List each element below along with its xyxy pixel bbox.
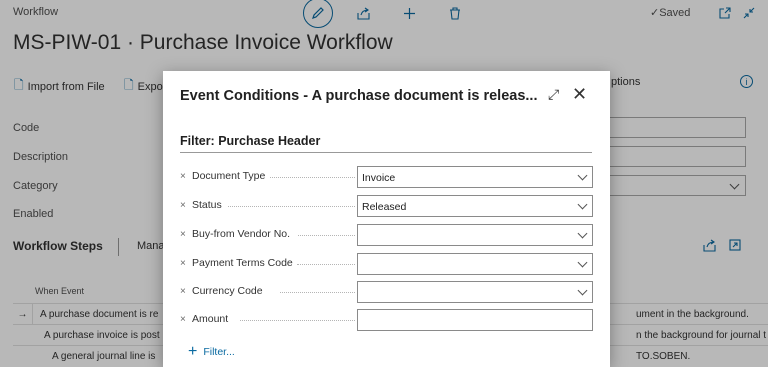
filter-row-currency-code: × Currency Code [180, 281, 593, 303]
filter-label: Currency Code [192, 285, 263, 297]
dialog-title: Event Conditions - A purchase document i… [180, 88, 538, 104]
event-conditions-dialog: Event Conditions - A purchase document i… [163, 71, 610, 367]
leader-dots [280, 292, 355, 293]
leader-dots [297, 264, 355, 265]
leader-dots [240, 320, 355, 321]
close-icon[interactable]: ✕ [572, 84, 587, 105]
leader-dots [228, 206, 355, 207]
filter-row-payment-terms: × Payment Terms Code [180, 253, 593, 275]
filter-row-buy-from-vendor: × Buy-from Vendor No. [180, 224, 593, 246]
filter-label: Amount [192, 313, 229, 325]
leader-dots [298, 235, 355, 236]
filter-row-amount: × Amount [180, 309, 593, 331]
filter-row-status: × Status Released [180, 195, 593, 217]
filter-label: Payment Terms Code [192, 257, 293, 269]
filter-label: Status [192, 199, 222, 211]
chevron-down-icon [577, 199, 588, 210]
filter-row-document-type: × Document Type Invoice [180, 166, 593, 188]
payment-terms-select[interactable] [357, 253, 593, 275]
chevron-down-icon [577, 170, 588, 181]
filter-heading: Filter: Purchase Header [180, 134, 321, 148]
chevron-down-icon [577, 228, 588, 239]
remove-filter-icon[interactable]: × [180, 200, 186, 211]
buy-from-vendor-select[interactable] [357, 224, 593, 246]
chevron-down-icon [577, 285, 588, 296]
leader-dots [270, 177, 355, 178]
remove-filter-icon[interactable]: × [180, 314, 186, 325]
status-select[interactable]: Released [357, 195, 593, 217]
plus-icon: + [188, 343, 198, 360]
filter-label: Buy-from Vendor No. [192, 228, 291, 240]
currency-code-select[interactable] [357, 281, 593, 303]
remove-filter-icon[interactable]: × [180, 229, 186, 240]
remove-filter-icon[interactable]: × [180, 171, 186, 182]
filter-label: Document Type [192, 170, 266, 182]
filter-divider [180, 152, 592, 153]
remove-filter-icon[interactable]: × [180, 286, 186, 297]
chevron-down-icon [577, 257, 588, 268]
remove-filter-icon[interactable]: × [180, 258, 186, 269]
expand-icon[interactable]: ⤢ [548, 86, 559, 103]
amount-input[interactable] [357, 309, 593, 331]
add-filter-button[interactable]: + Filter... [188, 343, 235, 360]
document-type-select[interactable]: Invoice [357, 166, 593, 188]
